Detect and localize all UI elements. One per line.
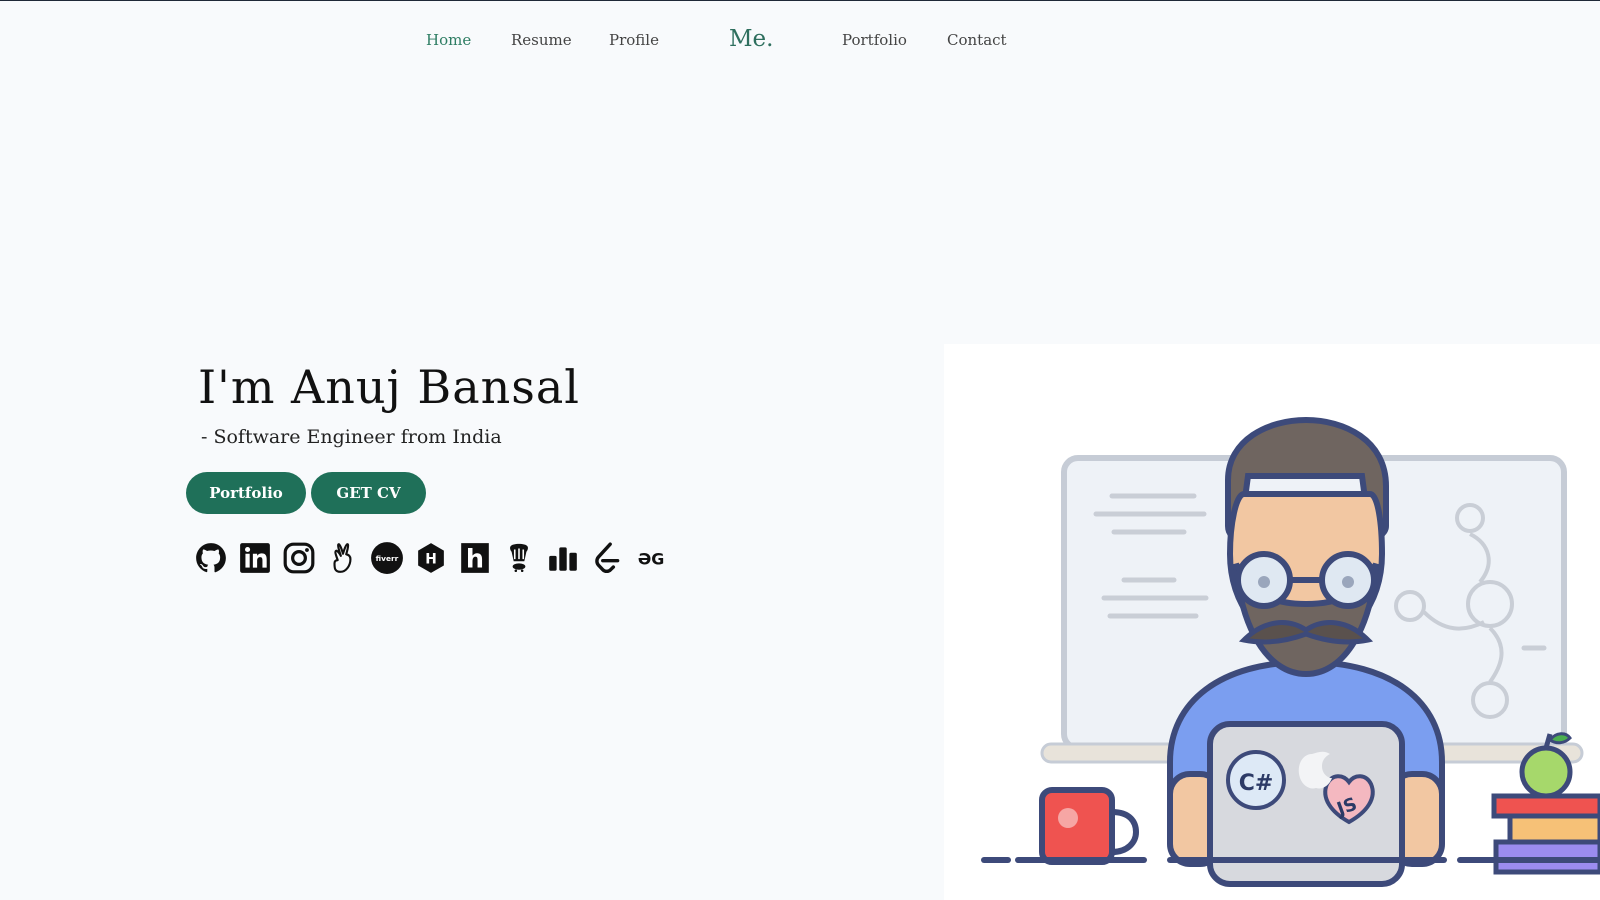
csharp-sticker-label: C#: [1239, 771, 1274, 796]
developer-illustration: C# JS: [944, 344, 1600, 900]
angellist-icon[interactable]: [326, 541, 360, 575]
nav-link-home[interactable]: Home: [426, 31, 471, 49]
codechef-icon[interactable]: [502, 541, 536, 575]
instagram-icon[interactable]: [282, 541, 316, 575]
mug: [1039, 787, 1140, 865]
portfolio-button[interactable]: Portfolio: [186, 472, 306, 514]
hackerrank-icon-label: H: [425, 551, 437, 567]
hero-subtitle: - Software Engineer from India: [201, 426, 502, 448]
hackerearth-icon-label: h: [466, 545, 484, 575]
hackerearth-icon[interactable]: h: [458, 541, 492, 575]
geeksforgeeks-icon-label: ƏG: [638, 549, 665, 568]
nav-link-contact[interactable]: Contact: [947, 31, 1007, 49]
fiverr-icon-label: fiverr: [376, 554, 399, 563]
top-navigation: Home Resume Profile Me. Portfolio Contac…: [0, 0, 1600, 84]
nav-link-profile[interactable]: Profile: [609, 31, 659, 49]
geeksforgeeks-icon[interactable]: ƏG: [634, 541, 668, 575]
nav-link-portfolio[interactable]: Portfolio: [842, 31, 907, 49]
leetcode-icon[interactable]: [590, 541, 624, 575]
hackerrank-icon[interactable]: H: [414, 541, 448, 575]
social-links: fiverr H h ƏG: [194, 541, 694, 581]
codeforces-icon[interactable]: [546, 541, 580, 575]
nav-link-resume[interactable]: Resume: [511, 31, 572, 49]
get-cv-button[interactable]: GET CV: [311, 472, 426, 514]
github-icon[interactable]: [194, 541, 228, 575]
hero-title: I'm Anuj Bansal: [198, 360, 581, 414]
linkedin-icon[interactable]: [238, 541, 272, 575]
fiverr-icon[interactable]: fiverr: [370, 541, 404, 575]
brand-logo[interactable]: Me.: [729, 26, 773, 52]
